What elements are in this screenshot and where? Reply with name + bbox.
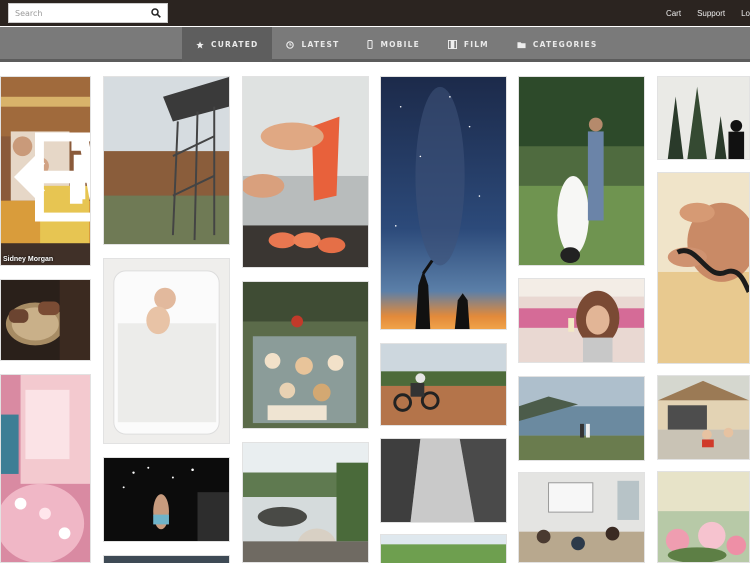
cart-icon[interactable]: [67, 83, 91, 266]
photo-snake-hand[interactable]: [657, 172, 750, 364]
search-input[interactable]: [9, 4, 145, 22]
photo-grid: Sidney Morgan: [0, 62, 750, 563]
photo-silhouette-trees[interactable]: [657, 76, 750, 160]
photo-salmon-hands[interactable]: [242, 76, 369, 268]
tab-mobile-label: MOBILE: [380, 40, 420, 49]
cart-link[interactable]: Cart: [666, 9, 681, 18]
photo-meeting-room[interactable]: [518, 472, 645, 563]
top-links: Cart Support Lo: [650, 0, 750, 26]
tab-latest[interactable]: LATEST: [272, 27, 353, 62]
tab-film[interactable]: FILM: [434, 27, 503, 62]
photo-col2-partial[interactable]: [103, 555, 230, 563]
photo-carousel-family[interactable]: Sidney Morgan: [0, 76, 91, 266]
support-link[interactable]: Support: [697, 9, 725, 18]
tab-curated-label: CURATED: [211, 40, 259, 49]
photo-flowers[interactable]: [657, 471, 750, 563]
photo-golden-gate[interactable]: [518, 376, 645, 461]
photo-kids-garage[interactable]: [657, 375, 750, 460]
film-icon: [447, 40, 457, 49]
photo-col4-partial[interactable]: [380, 534, 507, 563]
photo-baby-crib[interactable]: [103, 258, 230, 444]
photo-sparkler-woman[interactable]: [103, 457, 230, 542]
search-icon[interactable]: [151, 8, 161, 18]
photo-laughing-woman[interactable]: [518, 278, 645, 363]
photo-coast-person[interactable]: [242, 442, 369, 563]
top-bar: Cart Support Lo: [0, 0, 750, 26]
category-nav: CURATED LATEST MOBILE FILM CATEGORIES: [0, 27, 750, 62]
login-link[interactable]: Lo: [741, 9, 750, 18]
photo-river-canyon[interactable]: [380, 438, 507, 523]
star-icon: [196, 40, 204, 48]
search-box[interactable]: [8, 3, 168, 23]
tab-latest-label: LATEST: [301, 40, 340, 49]
folder-icon: [517, 41, 526, 48]
photo-cotton-candy[interactable]: [0, 374, 91, 563]
photo-milky-way[interactable]: [380, 76, 507, 330]
photo-credit: Sidney Morgan: [3, 256, 54, 263]
photo-motocross[interactable]: [380, 343, 507, 426]
photo-drum-hands[interactable]: [0, 279, 91, 361]
photo-bridge-canyon[interactable]: [103, 76, 230, 245]
tab-categories-label: CATEGORIES: [532, 40, 598, 49]
tab-curated[interactable]: CURATED: [182, 27, 273, 62]
clock-icon: [286, 40, 295, 49]
photo-table-feast[interactable]: [242, 281, 369, 429]
tab-film-label: FILM: [463, 40, 489, 49]
photo-wedding-couple[interactable]: [518, 76, 645, 266]
tab-categories[interactable]: CATEGORIES: [503, 27, 612, 62]
phone-icon: [367, 40, 374, 49]
tab-mobile[interactable]: MOBILE: [353, 27, 433, 62]
